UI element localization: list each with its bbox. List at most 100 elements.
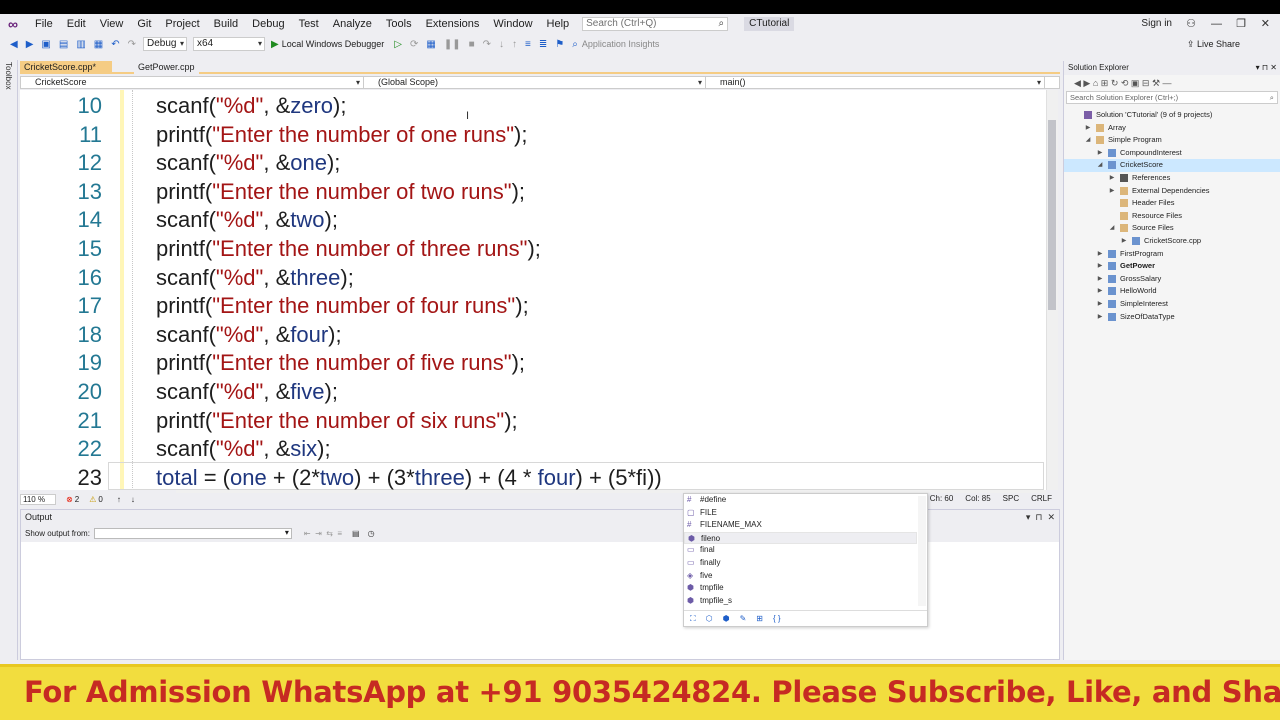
code-line[interactable]: 22 scanf("%d", &six);	[20, 435, 1058, 463]
code-line[interactable]: 15 printf("Enter the number of three runs…	[20, 235, 1058, 263]
word-wrap-icon[interactable]: ▤	[352, 529, 360, 538]
menu-item-analyze[interactable]: Analyze	[326, 14, 379, 34]
expand-arrow-icon[interactable]: ▶	[1108, 185, 1116, 198]
save-all-icon[interactable]: ▦	[94, 39, 103, 50]
project-select[interactable]: CricketScore	[21, 77, 364, 88]
intellisense-item[interactable]: ⬢ fileno	[684, 531, 917, 545]
output-source-select[interactable]	[93, 527, 292, 539]
intellisense-item[interactable]: ⬢ tmpfile	[684, 582, 917, 595]
whitespace-mode[interactable]: SPC	[1003, 493, 1019, 505]
step-into-icon[interactable]: ↓	[499, 39, 504, 50]
stop-icon[interactable]: ■	[469, 39, 475, 50]
member-select[interactable]: main()	[706, 77, 1045, 88]
menu-item-build[interactable]: Build	[207, 14, 245, 34]
sign-in-link[interactable]: Sign in	[1141, 14, 1172, 34]
intellisense-item[interactable]: # #define	[684, 494, 917, 507]
scope-select[interactable]: (Global Scope)	[364, 77, 706, 88]
tree-node-simple-program[interactable]: ◢ Simple Program	[1064, 134, 1280, 147]
tree-node-references[interactable]: ▶ References	[1064, 172, 1280, 185]
menu-item-window[interactable]: Window	[486, 14, 539, 34]
menu-item-project[interactable]: Project	[158, 14, 206, 34]
code-line[interactable]: 20 scanf("%d", &five);	[20, 378, 1058, 406]
expand-arrow-icon[interactable]: ▶	[1096, 260, 1104, 273]
menu-item-tools[interactable]: Tools	[379, 14, 419, 34]
tree-node-header-files[interactable]: Header Files	[1064, 197, 1280, 210]
menu-item-git[interactable]: Git	[130, 14, 158, 34]
intellisense-scrollbar[interactable]	[918, 496, 926, 606]
code-line[interactable]: 19 printf("Enter the number of five runs"…	[20, 349, 1058, 377]
open-icon[interactable]: ▤	[59, 39, 68, 50]
forward-icon[interactable]: ▶	[26, 39, 34, 50]
intellisense-item[interactable]: ▭ finally	[684, 557, 917, 570]
expand-arrow-icon[interactable]: ▶	[1096, 273, 1104, 286]
menu-item-debug[interactable]: Debug	[245, 14, 291, 34]
run-icon[interactable]: ▶	[271, 39, 279, 50]
find-message-icon[interactable]: ⇤ ⇥ ⇆ ≡	[304, 529, 342, 538]
account-icon[interactable]: ⚇	[1186, 14, 1196, 34]
tab-getpower[interactable]: GetPower.cpp	[134, 61, 199, 74]
back-icon[interactable]: ◀	[10, 39, 18, 50]
collapse-arrow-icon[interactable]: ◢	[1096, 159, 1104, 172]
tree-node-firstprogram[interactable]: ▶ FirstProgram	[1064, 248, 1280, 261]
find-icon[interactable]: ⌕	[572, 39, 578, 50]
solution-explorer-toolbar[interactable]: ◀ ▶ ⌂ ⊞ ↻ ⟲ ▣ ⊟ ⚒ —	[1064, 75, 1280, 91]
app-insights-button[interactable]: Application Insights	[582, 39, 660, 49]
intellisense-item[interactable]: ▢ FILE	[684, 507, 917, 520]
undo-icon[interactable]: ↶	[111, 39, 119, 50]
expand-arrow-icon[interactable]: ▶	[1084, 122, 1092, 135]
prev-issue-icon[interactable]: ↑	[117, 495, 121, 504]
toolbox-tab[interactable]: Toolbox	[4, 62, 13, 90]
menu-item-help[interactable]: Help	[540, 14, 577, 34]
expand-arrow-icon[interactable]: ▶	[1120, 235, 1128, 248]
step-out-icon[interactable]: ↑	[512, 39, 517, 50]
diagnostics-icon[interactable]: ▦	[426, 39, 435, 50]
configuration-select[interactable]: Debug	[143, 37, 187, 51]
tab-cricketscore[interactable]: CricketScore.cpp*	[20, 61, 112, 74]
redo-icon[interactable]: ↷	[128, 39, 136, 50]
menu-item-test[interactable]: Test	[292, 14, 326, 34]
output-window-controls[interactable]: ▾ ⊓ ✕	[1026, 510, 1055, 524]
collapse-arrow-icon[interactable]: ◢	[1084, 134, 1092, 147]
intellisense-item[interactable]: ▭ final	[684, 544, 917, 557]
filter-variable-icon[interactable]: ✎	[740, 614, 747, 623]
zoom-select[interactable]: 110 %	[20, 493, 57, 505]
intellisense-item[interactable]: ⬢ tmpfile_s	[684, 595, 917, 608]
maximize-icon[interactable]: ❐	[1236, 14, 1246, 34]
tree-node-grosssalary[interactable]: ▶ GrossSalary	[1064, 273, 1280, 286]
filter-type-icon[interactable]: ⬢	[723, 614, 730, 623]
code-line[interactable]: 11 printf("Enter the number of one runs")…	[20, 121, 1058, 149]
comment-icon[interactable]: ≡	[525, 39, 531, 50]
filter-snippet-icon[interactable]: { }	[773, 614, 781, 623]
search-box[interactable]: Search (Ctrl+Q) ⌕	[582, 17, 729, 31]
expand-arrow-icon[interactable]: ▶	[1096, 298, 1104, 311]
expand-arrow-icon[interactable]: ▶	[1096, 311, 1104, 324]
expand-arrow-icon[interactable]: ▶	[1096, 248, 1104, 261]
tree-node-getpower[interactable]: ▶ GetPower	[1064, 260, 1280, 273]
expand-arrow-icon[interactable]: ▶	[1096, 285, 1104, 298]
bookmark-icon[interactable]: ⚑	[555, 39, 564, 50]
new-item-icon[interactable]: ▣	[41, 39, 50, 50]
tree-node-external-dependencies[interactable]: ▶ External Dependencies	[1064, 185, 1280, 198]
tree-node-resource-files[interactable]: Resource Files	[1064, 210, 1280, 223]
toolbox-strip[interactable]	[0, 60, 18, 660]
expand-arrow-icon[interactable]: ▶	[1108, 172, 1116, 185]
warning-count[interactable]: 0	[98, 495, 102, 504]
tree-node-array[interactable]: ▶ Array	[1064, 122, 1280, 135]
tree-node-simpleinterest[interactable]: ▶ SimpleInterest	[1064, 298, 1280, 311]
code-line[interactable]: 14 scanf("%d", &two);	[20, 206, 1058, 234]
pause-icon[interactable]: ❚❚	[444, 39, 461, 50]
menu-item-edit[interactable]: Edit	[60, 14, 93, 34]
next-issue-icon[interactable]: ↓	[131, 495, 135, 504]
line-ending[interactable]: CRLF	[1031, 493, 1052, 505]
code-line[interactable]: 13 printf("Enter the number of two runs")…	[20, 178, 1058, 206]
code-editor[interactable]: 10 scanf("%d", &zero); 11 printf("Enter the…	[20, 90, 1058, 490]
tree-node-solution-ctutorial-9-of-9-projects[interactable]: Solution 'CTutorial' (9 of 9 projects)	[1064, 109, 1280, 122]
hot-reload-icon[interactable]: ⟳	[410, 39, 418, 50]
close-window-icon[interactable]: ✕	[1261, 14, 1270, 34]
clock-icon[interactable]: ◷	[368, 529, 375, 538]
run-debugger-button[interactable]: Local Windows Debugger	[282, 39, 385, 49]
intellisense-item[interactable]: ◈ five	[684, 570, 917, 583]
uncomment-icon[interactable]: ≣	[539, 39, 547, 50]
menu-item-file[interactable]: File	[28, 14, 60, 34]
intellisense-popup[interactable]: # #define ▢ FILE # FILENAME_MAX ⬢ fileno ▭ final ▭…	[683, 493, 928, 627]
